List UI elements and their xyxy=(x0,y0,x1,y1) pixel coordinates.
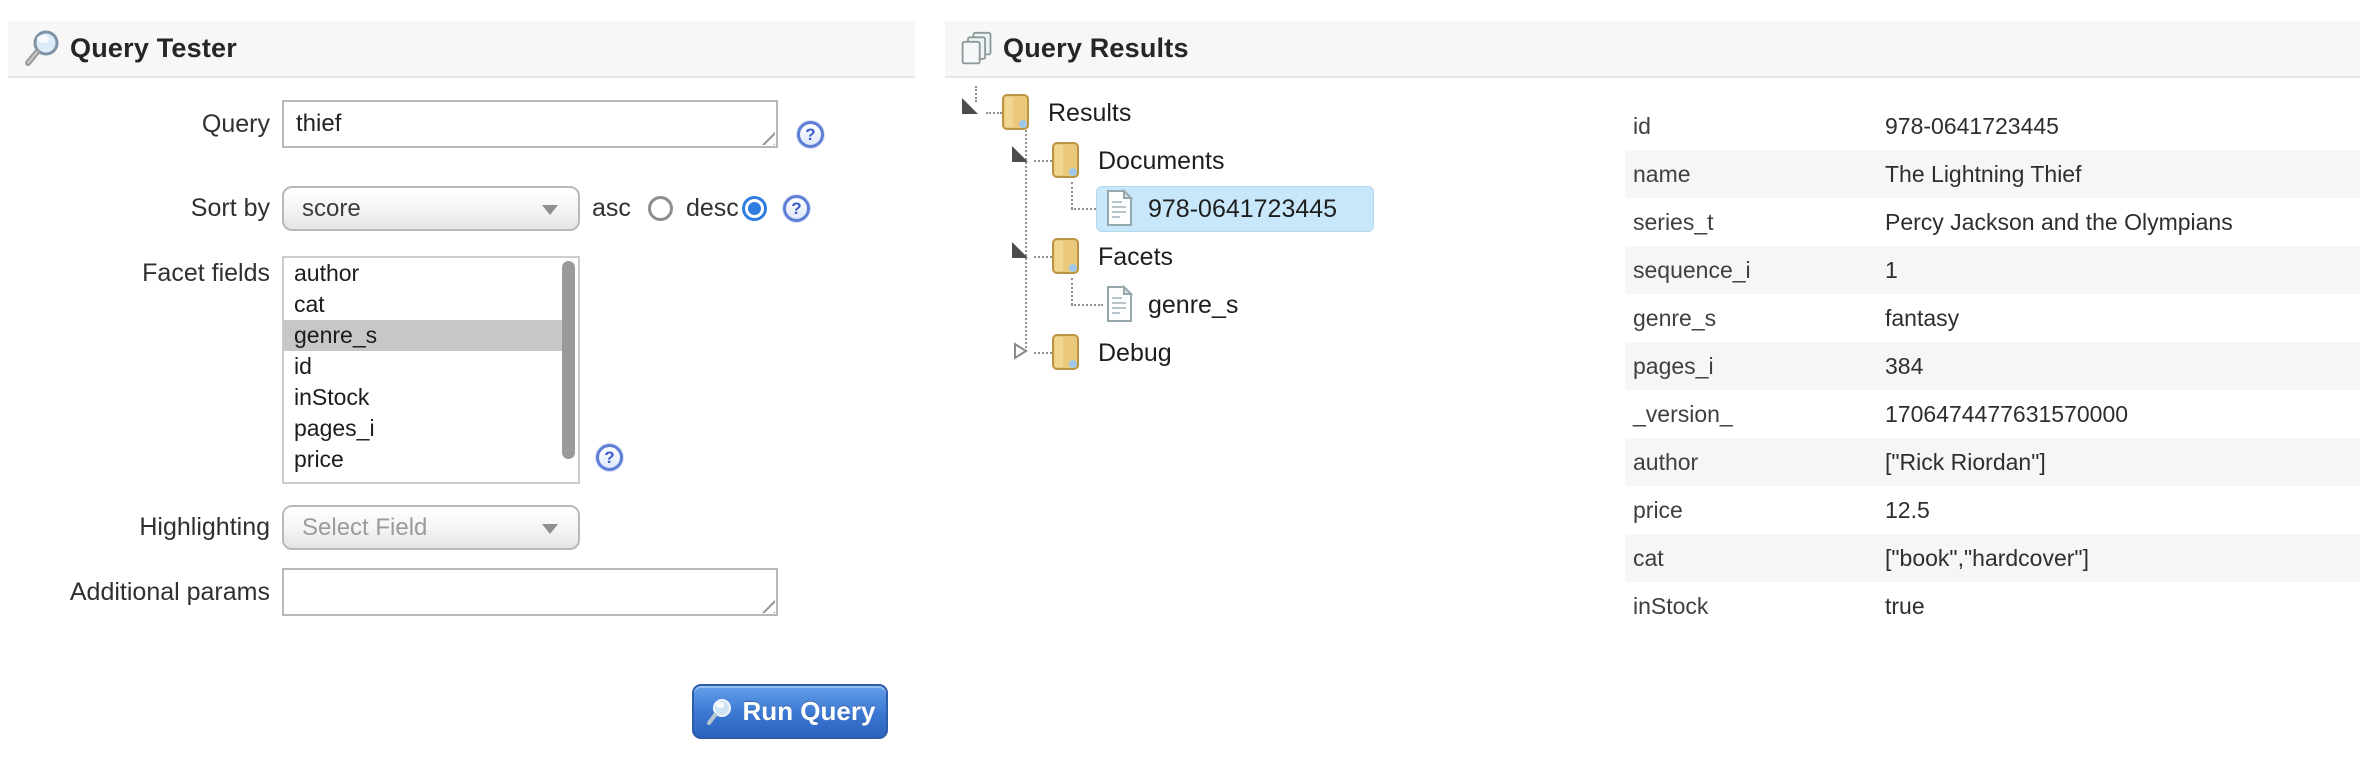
document-icon xyxy=(1104,284,1134,324)
asc-radio[interactable] xyxy=(648,196,673,221)
query-tester-title: Query Tester xyxy=(70,33,237,64)
scrollbar-thumb[interactable] xyxy=(562,261,575,459)
additional-params-wrap xyxy=(282,568,778,616)
document-icon xyxy=(1104,188,1134,228)
sort-selected-value: score xyxy=(302,195,361,223)
facet-option[interactable]: price xyxy=(284,444,564,475)
field-value: 978-0641723445 xyxy=(1885,102,2059,150)
tree-node-documents[interactable]: Documents xyxy=(1098,137,1224,185)
tree-connector xyxy=(1025,130,1027,352)
field-key: series_t xyxy=(1633,198,1714,246)
folder-icon xyxy=(1050,236,1082,276)
run-query-button[interactable]: Run Query xyxy=(692,684,888,739)
table-row: author ["Rick Riordan"] xyxy=(1625,438,2360,486)
field-key: inStock xyxy=(1633,582,1708,630)
tree-node-genre[interactable]: genre_s xyxy=(1148,281,1238,329)
additional-params-label: Additional params xyxy=(0,568,270,616)
table-row: sequence_i 1 xyxy=(1625,246,2360,294)
query-results-title: Query Results xyxy=(1003,33,1189,64)
table-row: inStock true xyxy=(1625,582,2360,630)
magnifier-icon xyxy=(705,698,733,726)
expander-open-icon[interactable] xyxy=(962,98,978,114)
field-key: genre_s xyxy=(1633,294,1716,342)
magnifier-icon xyxy=(22,28,62,70)
tree-node-results[interactable]: Results xyxy=(1048,89,1131,137)
field-key: author xyxy=(1633,438,1698,486)
tree-connector xyxy=(1071,278,1073,305)
tree-node-document-id[interactable]: 978-0641723445 xyxy=(1148,185,1337,233)
field-value: 1 xyxy=(1885,246,1898,294)
field-key: price xyxy=(1633,486,1683,534)
query-label: Query xyxy=(0,100,270,148)
field-key: name xyxy=(1633,150,1691,198)
tree-node-facets[interactable]: Facets xyxy=(1098,233,1173,281)
table-row: cat ["book","hardcover"] xyxy=(1625,534,2360,582)
desc-radio[interactable] xyxy=(742,196,767,221)
documents-stack-icon xyxy=(959,30,995,68)
query-help-icon[interactable]: ? xyxy=(797,121,824,148)
field-value: 384 xyxy=(1885,342,1923,390)
field-key: pages_i xyxy=(1633,342,1714,390)
field-value: ["book","hardcover"] xyxy=(1885,534,2089,582)
facet-option[interactable]: pages_i xyxy=(284,413,564,444)
table-row: name The Lightning Thief xyxy=(1625,150,2360,198)
field-key: sequence_i xyxy=(1633,246,1751,294)
tree-connector xyxy=(1071,182,1073,209)
query-input[interactable]: thief xyxy=(282,100,778,148)
field-value: fantasy xyxy=(1885,294,1959,342)
highlighting-select[interactable]: Select Field xyxy=(282,505,580,550)
facet-option[interactable]: cat xyxy=(284,289,564,320)
tree-node-debug[interactable]: Debug xyxy=(1098,329,1172,377)
facet-option-selected[interactable]: genre_s xyxy=(284,320,564,351)
table-row: id 978-0641723445 xyxy=(1625,102,2360,150)
sort-select[interactable]: score xyxy=(282,186,580,231)
tree-connector xyxy=(1071,304,1103,306)
facet-help-icon[interactable]: ? xyxy=(596,444,623,471)
facet-fields-label: Facet fields xyxy=(0,258,270,289)
folder-icon xyxy=(1050,332,1082,372)
sort-help-icon[interactable]: ? xyxy=(783,195,810,222)
field-key: id xyxy=(1633,102,1651,150)
expander-closed-icon[interactable] xyxy=(1012,342,1028,360)
table-row: _version_ 1706474477631570000 xyxy=(1625,390,2360,438)
field-value: 12.5 xyxy=(1885,486,1930,534)
chevron-down-icon xyxy=(542,524,558,534)
table-row: price 12.5 xyxy=(1625,486,2360,534)
highlighting-label: Highlighting xyxy=(0,505,270,550)
additional-params-input[interactable] xyxy=(282,568,778,616)
desc-label: desc xyxy=(686,186,739,231)
asc-label: asc xyxy=(592,186,631,231)
query-results-header: Query Results xyxy=(945,21,2360,78)
query-field-wrap: thief xyxy=(282,100,778,148)
document-detail-table: id 978-0641723445 name The Lightning Thi… xyxy=(1625,102,2360,630)
expander-open-icon[interactable] xyxy=(1012,146,1028,162)
sort-label: Sort by xyxy=(0,186,270,231)
run-query-label: Run Query xyxy=(743,696,876,727)
folder-icon xyxy=(1000,92,1032,132)
field-value: The Lightning Thief xyxy=(1885,150,2082,198)
chevron-down-icon xyxy=(542,205,558,215)
table-row: pages_i 384 xyxy=(1625,342,2360,390)
facet-option[interactable]: author xyxy=(284,258,564,289)
field-key: cat xyxy=(1633,534,1664,582)
table-row: genre_s fantasy xyxy=(1625,294,2360,342)
field-key: _version_ xyxy=(1633,390,1733,438)
table-row: series_t Percy Jackson and the Olympians xyxy=(1625,198,2360,246)
facet-fields-listbox: author cat genre_s id inStock pages_i pr… xyxy=(282,256,580,484)
field-value: true xyxy=(1885,582,1925,630)
highlighting-placeholder: Select Field xyxy=(302,514,427,542)
facet-option[interactable]: id xyxy=(284,351,564,382)
field-value: 1706474477631570000 xyxy=(1885,390,2128,438)
query-tester-header: Query Tester xyxy=(8,21,915,78)
field-value: Percy Jackson and the Olympians xyxy=(1885,198,2233,246)
field-value: ["Rick Riordan"] xyxy=(1885,438,2046,486)
facet-option[interactable]: inStock xyxy=(284,382,564,413)
expander-open-icon[interactable] xyxy=(1012,242,1028,258)
folder-icon xyxy=(1050,140,1082,180)
